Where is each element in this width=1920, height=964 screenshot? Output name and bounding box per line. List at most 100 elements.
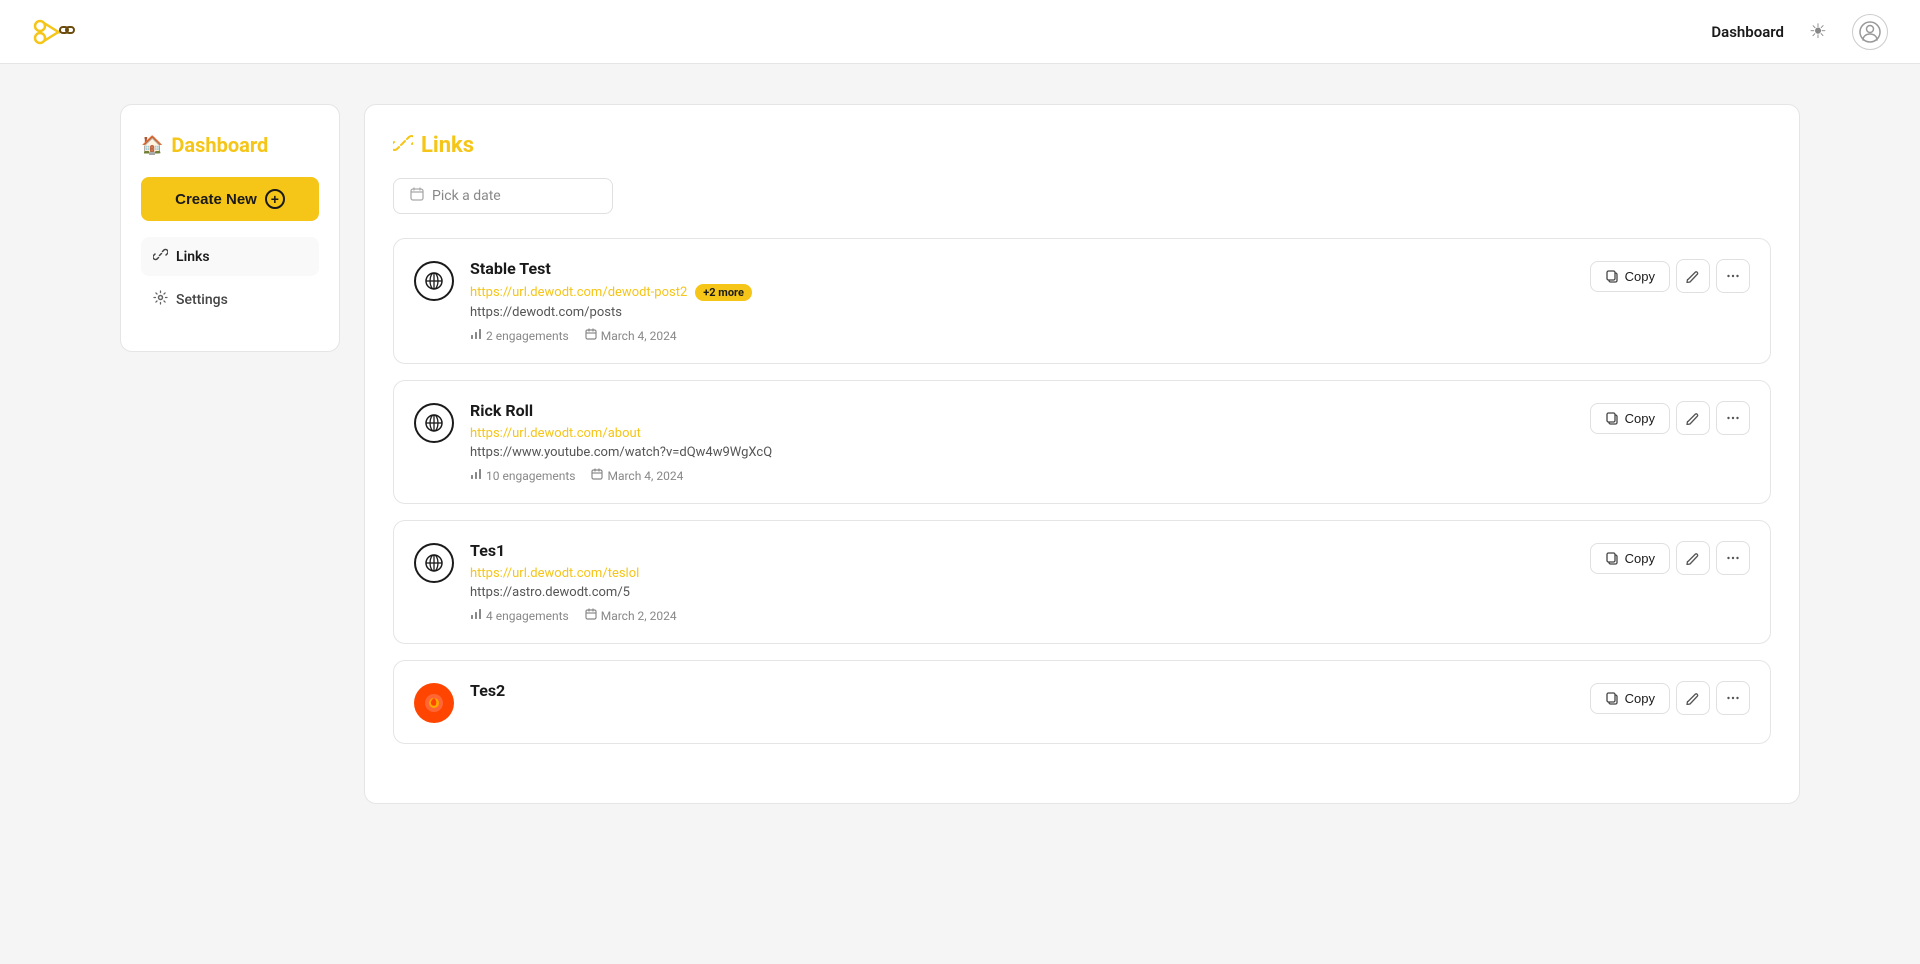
content-area: Links Pick a date Stable T (364, 104, 1800, 804)
nav-right: Dashboard ☀ (1711, 14, 1888, 50)
engagements-icon (470, 608, 482, 623)
date-picker-placeholder: Pick a date (432, 188, 501, 204)
sidebar-item-settings[interactable]: Settings (141, 280, 319, 319)
calendar-meta-icon (585, 328, 597, 343)
link-url-row: https://url.dewodt.com/about (470, 426, 1574, 441)
more-dots-icon (1726, 269, 1740, 283)
links-title-icon (393, 133, 413, 158)
engagements-icon (470, 328, 482, 343)
avatar-icon (1859, 21, 1881, 43)
link-title: Rick Roll (470, 401, 1574, 420)
edit-button[interactable] (1676, 401, 1710, 435)
edit-icon (1686, 551, 1700, 565)
date-meta: March 4, 2024 (591, 468, 683, 483)
content-title-label: Links (421, 133, 474, 158)
copy-icon (1605, 411, 1619, 425)
edit-icon (1686, 269, 1700, 283)
edit-button[interactable] (1676, 259, 1710, 293)
sidebar-settings-label: Settings (176, 292, 228, 308)
links-icon (153, 247, 168, 266)
content-title: Links (393, 133, 1771, 158)
copy-label: Copy (1625, 411, 1655, 426)
logo (32, 14, 80, 50)
nav-dashboard-label: Dashboard (1711, 23, 1784, 41)
more-button[interactable] (1716, 401, 1750, 435)
sidebar-links-label: Links (176, 249, 210, 265)
link-card: Stable Test https://url.dewodt.com/dewod… (393, 238, 1771, 364)
more-button[interactable] (1716, 541, 1750, 575)
link-short-url[interactable]: https://url.dewodt.com/dewodt-post2 (470, 285, 687, 300)
copy-label: Copy (1625, 269, 1655, 284)
plus-icon: + (265, 189, 285, 209)
link-title: Tes2 (470, 681, 1574, 700)
engagements-text: 10 engagements (486, 469, 575, 483)
copy-label: Copy (1625, 551, 1655, 566)
more-dots-icon (1726, 691, 1740, 705)
calendar-meta-icon (591, 468, 603, 483)
link-globe-icon (414, 403, 454, 443)
link-meta: 4 engagements March 2, 2024 (470, 608, 1574, 623)
copy-label: Copy (1625, 691, 1655, 706)
link-info: Tes2 (470, 681, 1574, 710)
engagements-icon (470, 468, 482, 483)
copy-button[interactable]: Copy (1590, 683, 1670, 714)
link-destination: https://www.youtube.com/watch?v=dQw4w9Wg… (470, 445, 1574, 460)
link-title: Tes1 (470, 541, 1574, 560)
calendar-icon (410, 187, 424, 205)
copy-icon (1605, 691, 1619, 705)
link-globe-icon (414, 543, 454, 583)
date-picker[interactable]: Pick a date (393, 178, 613, 214)
sidebar-item-links[interactable]: Links (141, 237, 319, 276)
engagements-text: 2 engagements (486, 329, 569, 343)
copy-button[interactable]: Copy (1590, 403, 1670, 434)
link-info: Rick Roll https://url.dewodt.com/about h… (470, 401, 1574, 483)
link-url-row: https://url.dewodt.com/dewodt-post2+2 mo… (470, 284, 1574, 301)
link-card: Tes1 https://url.dewodt.com/teslol https… (393, 520, 1771, 644)
link-meta: 10 engagements March 4, 2024 (470, 468, 1574, 483)
link-destination: https://dewodt.com/posts (470, 305, 1574, 320)
logo-icon (32, 14, 80, 50)
copy-icon (1605, 269, 1619, 283)
create-new-button[interactable]: Create New + (141, 177, 319, 221)
main-layout: 🏠 Dashboard Create New + Links (0, 64, 1920, 844)
copy-icon (1605, 551, 1619, 565)
link-title: Stable Test (470, 259, 1574, 278)
edit-button[interactable] (1676, 541, 1710, 575)
link-card: Tes2 Copy (393, 660, 1771, 744)
create-new-label: Create New (175, 191, 257, 208)
calendar-meta-icon (585, 608, 597, 623)
edit-icon (1686, 691, 1700, 705)
link-actions: Copy (1590, 681, 1750, 715)
link-short-url[interactable]: https://url.dewodt.com/about (470, 426, 641, 441)
link-short-url[interactable]: https://url.dewodt.com/teslol (470, 566, 639, 581)
link-globe-icon (414, 261, 454, 301)
sidebar-title-label: Dashboard (171, 133, 268, 157)
copy-button[interactable]: Copy (1590, 543, 1670, 574)
date-text: March 4, 2024 (601, 329, 677, 343)
link-meta: 2 engagements March 4, 2024 (470, 328, 1574, 343)
edit-button[interactable] (1676, 681, 1710, 715)
date-text: March 2, 2024 (601, 609, 677, 623)
more-button[interactable] (1716, 259, 1750, 293)
engagements-meta: 4 engagements (470, 608, 569, 623)
link-actions: Copy (1590, 541, 1750, 575)
link-actions: Copy (1590, 259, 1750, 293)
theme-icon: ☀ (1809, 19, 1827, 44)
date-text: March 4, 2024 (607, 469, 683, 483)
top-nav: Dashboard ☀ (0, 0, 1920, 64)
link-card: Rick Roll https://url.dewodt.com/about h… (393, 380, 1771, 504)
more-button[interactable] (1716, 681, 1750, 715)
engagements-meta: 10 engagements (470, 468, 575, 483)
more-dots-icon (1726, 551, 1740, 565)
sidebar: 🏠 Dashboard Create New + Links (120, 104, 340, 352)
date-meta: March 4, 2024 (585, 328, 677, 343)
user-avatar[interactable] (1852, 14, 1888, 50)
theme-toggle-button[interactable]: ☀ (1800, 14, 1836, 50)
link-url-row: https://url.dewodt.com/teslol (470, 566, 1574, 581)
date-meta: March 2, 2024 (585, 608, 677, 623)
copy-button[interactable]: Copy (1590, 261, 1670, 292)
settings-icon (153, 290, 168, 309)
engagements-text: 4 engagements (486, 609, 569, 623)
link-info: Stable Test https://url.dewodt.com/dewod… (470, 259, 1574, 343)
sidebar-title: 🏠 Dashboard (141, 133, 319, 157)
